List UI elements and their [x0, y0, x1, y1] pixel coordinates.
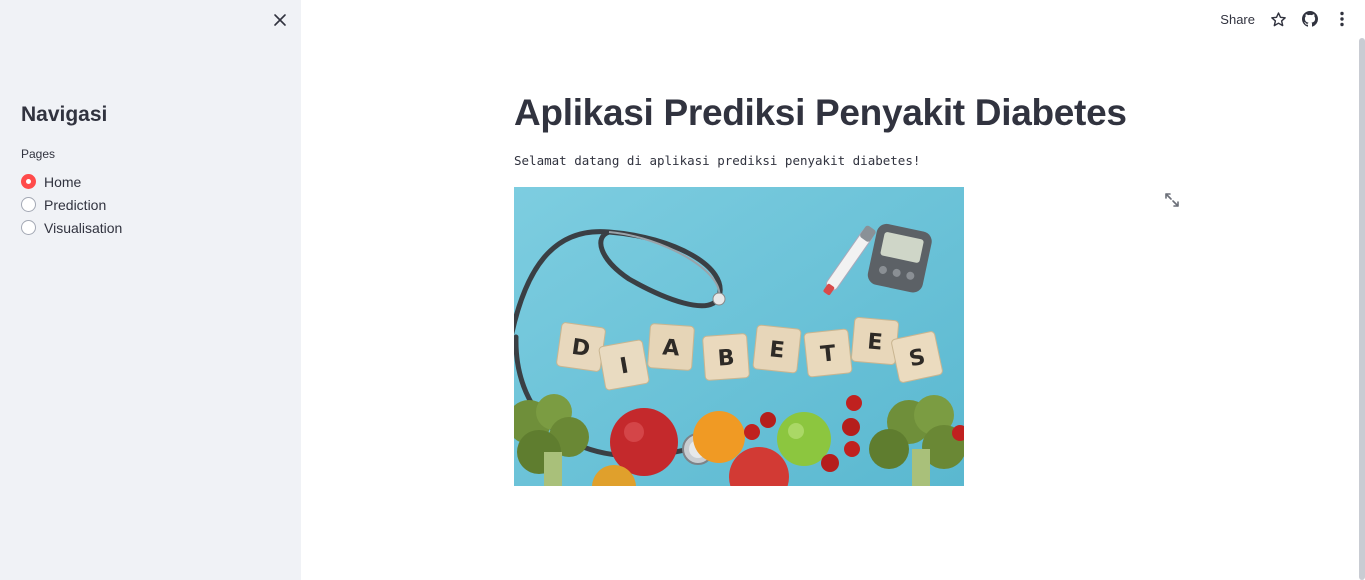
top-toolbar: Share — [1220, 8, 1351, 30]
radio-selected-icon — [21, 174, 36, 189]
hero-letter: T — [819, 341, 837, 367]
close-icon — [274, 14, 286, 26]
page-title: Aplikasi Prediksi Penyakit Diabetes — [514, 92, 1127, 133]
hero-letter: B — [717, 345, 735, 371]
radio-option-label: Home — [44, 173, 82, 190]
sidebar: Navigasi Pages Home Prediction Visualisa… — [0, 0, 301, 580]
radio-unselected-icon — [21, 220, 36, 235]
welcome-text: Selamat datang di aplikasi prediksi peny… — [514, 153, 921, 168]
hero-letter: A — [662, 335, 681, 361]
main-scrollbar[interactable] — [1359, 38, 1365, 580]
hero-letter: E — [866, 329, 883, 355]
fullscreen-button[interactable] — [1164, 192, 1180, 208]
radio-option-label: Prediction — [44, 196, 107, 213]
expand-icon — [1165, 193, 1179, 207]
star-icon[interactable] — [1269, 10, 1287, 28]
hero-letter: E — [768, 337, 786, 363]
radio-group-label: Pages — [21, 147, 56, 161]
radio-unselected-icon — [21, 197, 36, 212]
more-vertical-icon[interactable] — [1333, 10, 1351, 28]
app-root: Navigasi Pages Home Prediction Visualisa… — [0, 0, 1365, 580]
github-icon[interactable] — [1301, 10, 1319, 28]
diabetes-hero-image: D I A B E T E S — [514, 187, 964, 486]
share-button[interactable]: Share — [1220, 12, 1255, 27]
page-radio-group: Home Prediction Visualisation — [21, 170, 122, 239]
close-sidebar-button[interactable] — [268, 8, 292, 32]
sidebar-title: Navigasi — [21, 103, 108, 126]
radio-option-home[interactable]: Home — [21, 170, 122, 193]
radio-option-label: Visualisation — [44, 219, 123, 236]
hero-letter: D — [570, 335, 592, 362]
radio-option-visualisation[interactable]: Visualisation — [21, 216, 122, 239]
radio-option-prediction[interactable]: Prediction — [21, 193, 122, 216]
